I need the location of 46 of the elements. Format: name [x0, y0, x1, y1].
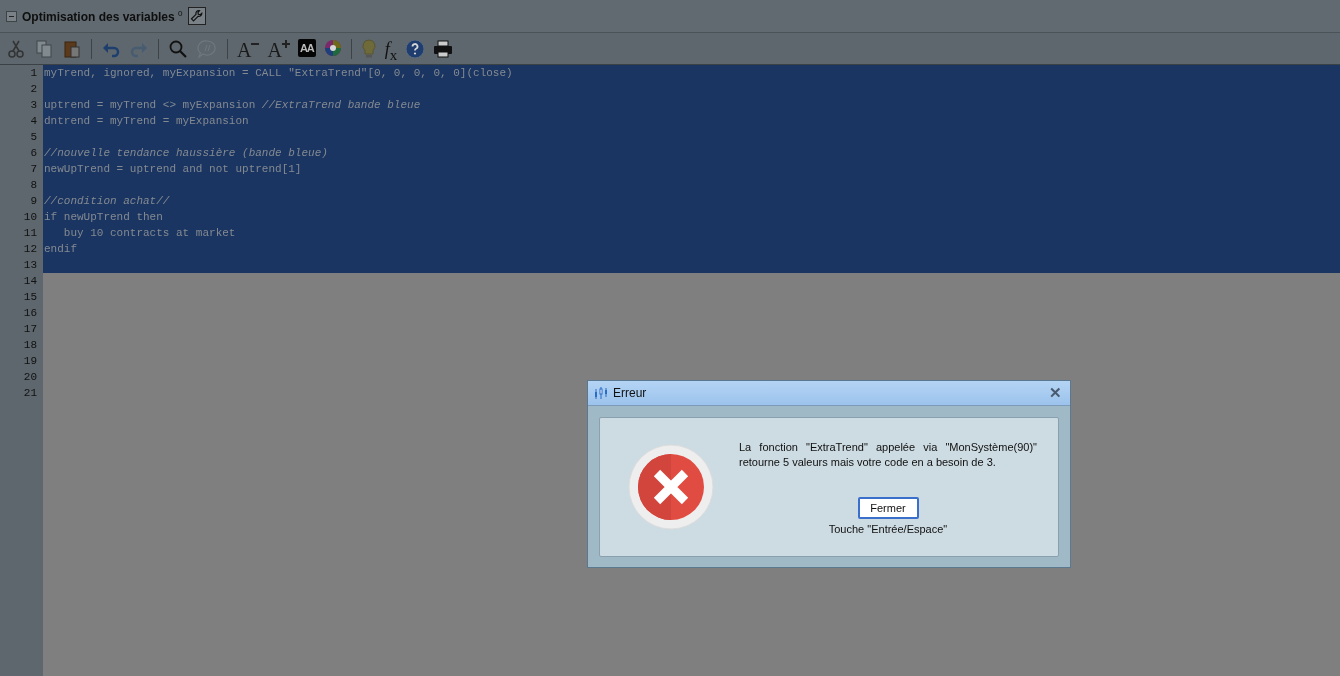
line-number: 16 [0, 305, 43, 321]
error-message: La fonction "ExtraTrend" appelée via "MonSystème(90)" retourne 5 valeurs mais votre code en a besoin de 3. [739, 439, 1037, 470]
line-number: 14 [0, 273, 43, 289]
error-icon [628, 444, 714, 530]
line-number: 21 [0, 385, 43, 401]
line-number: 1 [0, 65, 43, 81]
panel-title: Optimisation des variables $^{0}$ [22, 8, 183, 24]
line-number: 20 [0, 369, 43, 385]
code-line: if newUpTrend then [43, 211, 163, 223]
code-line: //nouvelle tendance haussière (bande bleue) [43, 147, 328, 159]
font-larger-button[interactable]: A [265, 37, 292, 60]
code-line: buy 10 contracts at market [62, 227, 236, 239]
line-number: 10 [0, 209, 43, 225]
case-button[interactable]: AA [295, 37, 318, 60]
line-number: 4 [0, 113, 43, 129]
line-number: 6 [0, 145, 43, 161]
function-button[interactable]: f$_{x}$ [382, 37, 400, 60]
candlestick-icon [594, 386, 608, 400]
line-number: 3 [0, 97, 43, 113]
line-number: 5 [0, 129, 43, 145]
keyboard-hint: Touche "Entrée/Espace" [828, 522, 948, 535]
font-smaller-button[interactable]: A [235, 37, 262, 60]
collapse-toggle[interactable] [6, 10, 17, 22]
dialog-title: Erreur [613, 386, 648, 400]
line-number: 9 [0, 193, 43, 209]
code-line: newUpTrend = uptrend and not uptrend[1] [43, 163, 302, 175]
close-dialog-button[interactable]: Fermer [857, 496, 919, 519]
line-number: 18 [0, 337, 43, 353]
line-number: 19 [0, 353, 43, 369]
code-line: myTrend, ignored, myExpansion = CALL "ExtraTrend"[0, 0, 0, 0, 0](close) [43, 67, 513, 79]
line-number: 12 [0, 241, 43, 257]
line-number: 15 [0, 289, 43, 305]
line-number: 17 [0, 321, 43, 337]
line-number: 7 [0, 161, 43, 177]
settings-button[interactable] [187, 7, 206, 25]
plus-icon [281, 39, 290, 48]
line-number: 11 [0, 225, 43, 241]
close-button[interactable]: ✕ [1047, 384, 1064, 402]
code-line: //condition achat// [43, 195, 170, 207]
line-number: 2 [0, 81, 43, 97]
code-line: uptrend = myTrend <> myExpansion //ExtraTrend bande bleue [43, 99, 421, 111]
line-number: 13 [0, 257, 43, 273]
line-number: 8 [0, 177, 43, 193]
code-line: endif [43, 243, 77, 255]
help-icon[interactable] [403, 37, 428, 60]
code-line: dntrend = myTrend = myExpansion [43, 115, 249, 127]
